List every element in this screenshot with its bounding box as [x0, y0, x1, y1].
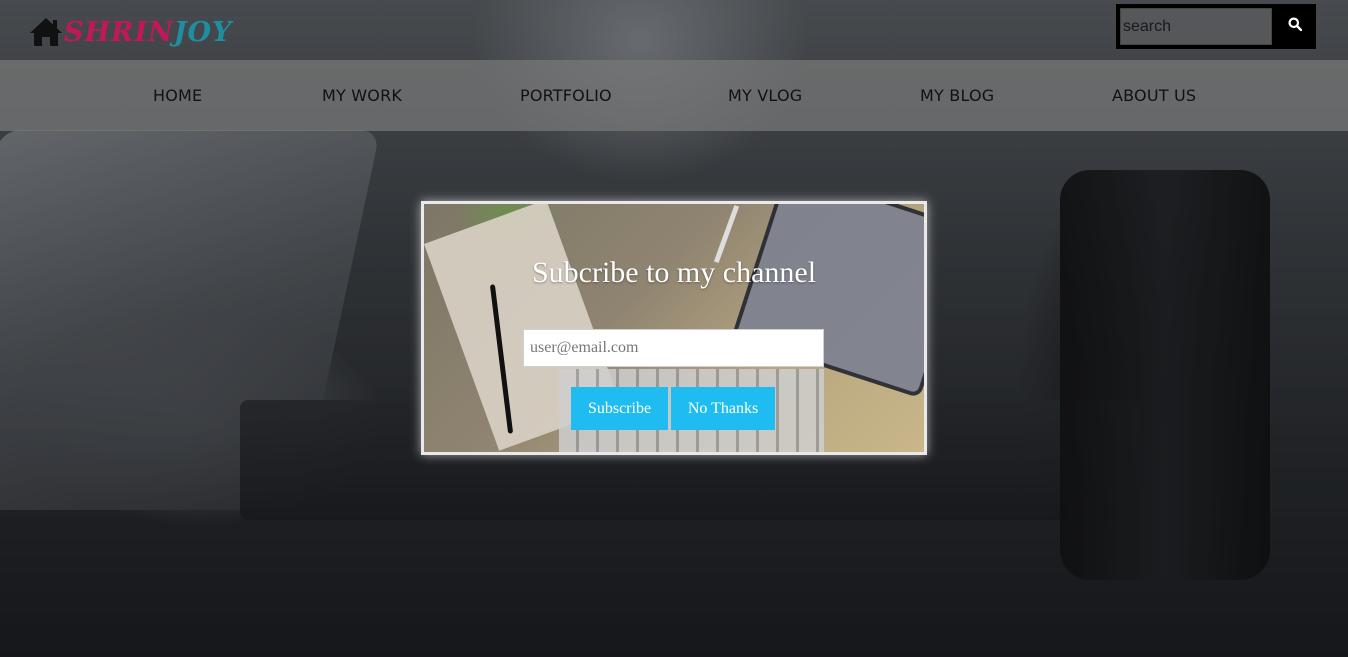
- no-thanks-button[interactable]: No Thanks: [671, 387, 775, 430]
- subscribe-modal: Subcribe to my channel Subscribe No Than…: [421, 201, 927, 455]
- nav-item-portfolio[interactable]: PORTFOLIO: [520, 86, 612, 105]
- search-input[interactable]: [1120, 8, 1272, 45]
- subscribe-button[interactable]: Subscribe: [571, 387, 668, 430]
- nav-item-my-work[interactable]: MY WORK: [322, 86, 402, 105]
- search-icon: [1288, 17, 1303, 36]
- nav-item-my-vlog[interactable]: MY VLOG: [728, 86, 802, 105]
- nav-item-my-blog[interactable]: MY BLOG: [920, 86, 994, 105]
- search-button[interactable]: [1276, 6, 1314, 47]
- nav-item-about-us[interactable]: ABOUT US: [1112, 86, 1196, 105]
- site-logo[interactable]: SHRIN JOY: [28, 12, 232, 52]
- main-nav: HOME MY WORK PORTFOLIO MY VLOG MY BLOG A…: [0, 60, 1348, 131]
- home-icon: [28, 16, 64, 48]
- search-box: [1116, 4, 1316, 49]
- nav-item-home[interactable]: HOME: [153, 86, 202, 105]
- email-field[interactable]: [523, 329, 824, 367]
- logo-text-joy: JOY: [173, 16, 233, 48]
- modal-title: Subcribe to my channel: [531, 256, 817, 289]
- top-bar: SHRIN JOY: [0, 0, 1348, 60]
- logo-text-shrin: SHRIN: [64, 16, 174, 48]
